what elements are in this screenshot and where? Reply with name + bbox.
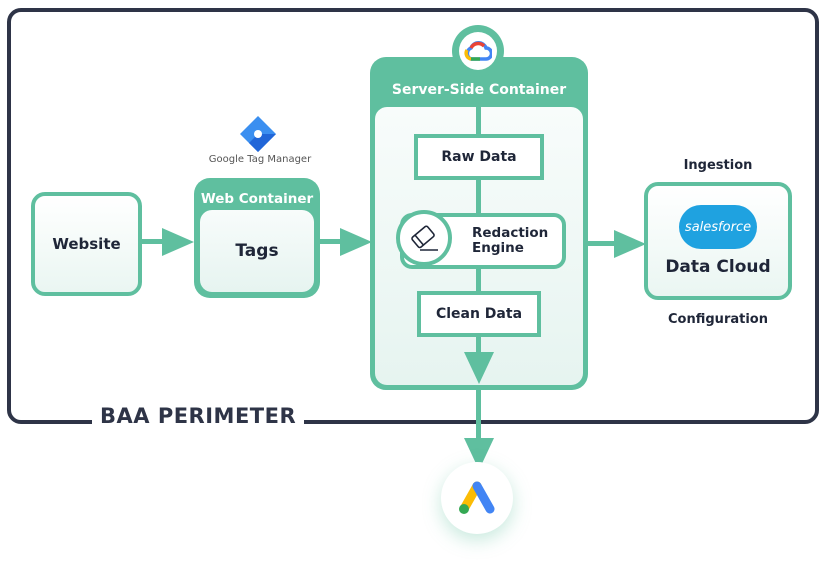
raw-data-label: Raw Data [441, 149, 517, 165]
perimeter-label: BAA PERIMETER [92, 404, 305, 428]
redaction-label-1: Redaction [472, 225, 549, 241]
ingestion-label: Ingestion [683, 158, 753, 173]
gtm-logo-icon [240, 116, 276, 152]
clean-data-box: Clean Data [417, 291, 541, 337]
clean-data-label: Clean Data [435, 306, 523, 322]
web-container-title: Web Container [200, 191, 314, 207]
configuration-label: Configuration [668, 312, 768, 327]
google-ads-icon [441, 462, 513, 534]
arrow-icon [614, 230, 646, 258]
arrow-icon [162, 228, 194, 256]
arrow-down-icon [464, 352, 494, 384]
salesforce-logo: salesforce [679, 205, 757, 249]
web-container: Web Container Tags [194, 178, 320, 298]
server-container-title: Server-Side Container [391, 82, 567, 98]
raw-data-box: Raw Data [414, 134, 544, 180]
website-label: Website [52, 235, 121, 253]
tags-box: Tags [200, 210, 314, 292]
data-cloud-box: salesforce Data Cloud [644, 182, 792, 300]
tags-label: Tags [235, 241, 279, 261]
arrow-icon [340, 228, 372, 256]
website-box: Website [31, 192, 142, 296]
google-cloud-icon [459, 32, 497, 70]
redaction-label-2: Engine [472, 240, 524, 256]
eraser-icon [396, 210, 452, 266]
data-cloud-label: Data Cloud [665, 257, 771, 277]
gtm-logo-text: Google Tag Manager [208, 154, 312, 165]
